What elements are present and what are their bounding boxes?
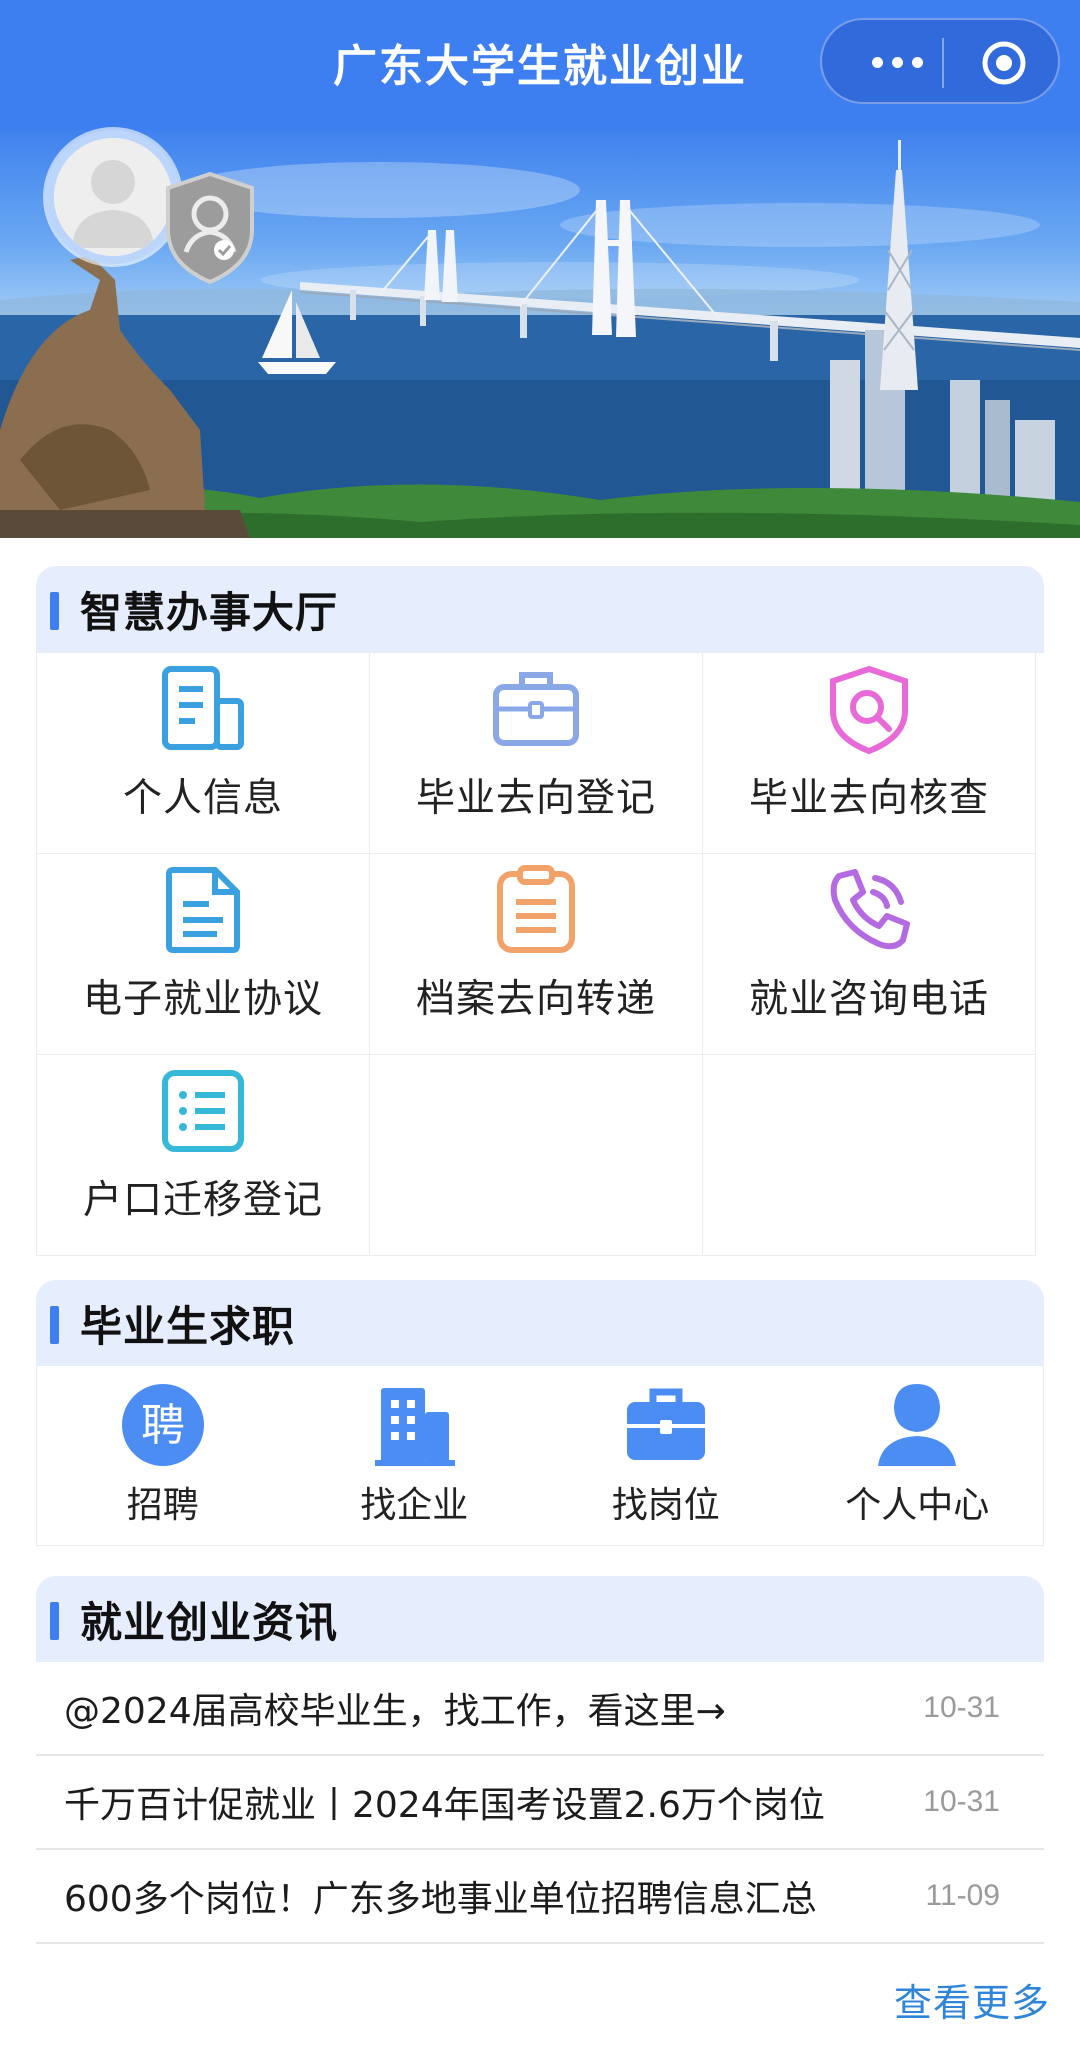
service-archive-transfer[interactable]: 档案去向转递 (370, 854, 703, 1055)
news-item[interactable]: 600多个岗位！广东多地事业单位招聘信息汇总 11-09 (36, 1850, 1044, 1944)
shield-search-icon (830, 665, 908, 755)
news-title: @2024届高校毕业生，找工作，看这里→ (64, 1691, 726, 1732)
user-avatar[interactable] (46, 130, 180, 264)
service-hall-section: 智慧办事大厅 个人信息 毕业去向登记 毕业去向核查 电子就业协议 档案去向转递 … (36, 566, 1044, 1256)
empty-cell (703, 1055, 1036, 1256)
service-personal-info[interactable]: 个人信息 (37, 653, 370, 854)
service-label: 个人信息 (122, 776, 283, 821)
shortcut-find-position[interactable]: 找岗位 (540, 1366, 792, 1545)
section-header: 就业创业资讯 (36, 1576, 1044, 1662)
user-icon (878, 1384, 957, 1466)
service-employment-hotline[interactable]: 就业咨询电话 (703, 854, 1036, 1055)
section-header: 智慧办事大厅 (36, 566, 1044, 652)
section-accent-bar (50, 1602, 59, 1640)
top-navigation-bar: 广东大学生就业创业 (0, 0, 1080, 130)
section-accent-bar (50, 592, 59, 630)
section-accent-bar (50, 1306, 59, 1344)
section-title: 智慧办事大厅 (80, 587, 339, 637)
shortcut-personal-center[interactable]: 个人中心 (792, 1366, 1044, 1545)
shortcut-recruitment[interactable]: 聘 招聘 (37, 1366, 289, 1545)
news-item[interactable]: @2024届高校毕业生，找工作，看这里→ 10-31 (36, 1662, 1044, 1756)
view-more-link[interactable]: 查看更多 (894, 1972, 1050, 2027)
service-grid: 个人信息 毕业去向登记 毕业去向核查 电子就业协议 档案去向转递 就业咨询电话 … (36, 652, 1044, 1256)
document-icon (162, 666, 244, 750)
service-label: 档案去向转递 (415, 977, 656, 1022)
news-title: 600多个岗位！广东多地事业单位招聘信息汇总 (64, 1879, 817, 1920)
section-header: 毕业生求职 (36, 1280, 1044, 1366)
service-graduation-destination-registration[interactable]: 毕业去向登记 (370, 653, 703, 854)
shortcut-label: 找企业 (360, 1485, 469, 1526)
recruit-glyph: 聘 (141, 1400, 185, 1451)
service-household-registration-transfer[interactable]: 户口迁移登记 (37, 1055, 370, 1256)
file-text-icon (166, 867, 240, 953)
clipboard-icon (497, 865, 575, 953)
capsule-divider (942, 38, 944, 88)
close-mini-program-icon[interactable] (980, 39, 1028, 87)
service-label: 毕业去向登记 (415, 776, 656, 821)
service-label: 电子就业协议 (82, 977, 323, 1022)
more-menu-icon[interactable] (852, 44, 942, 80)
news-item[interactable]: 千万百计促就业丨2024年国考设置2.6万个岗位 10-31 (36, 1756, 1044, 1850)
phone-icon (830, 869, 910, 950)
news-list: @2024届高校毕业生，找工作，看这里→ 10-31 千万百计促就业丨2024年… (36, 1662, 1044, 1944)
briefcase-icon (493, 672, 579, 746)
section-title: 毕业生求职 (80, 1301, 296, 1351)
default-user-icon (54, 138, 172, 256)
list-icon (162, 1070, 244, 1152)
news-date: 10-31 (923, 1785, 1000, 1818)
service-label: 就业咨询电话 (748, 977, 989, 1022)
building-icon (375, 1388, 456, 1466)
job-search-section: 毕业生求职 聘 招聘 找企业 找岗位 个人中心 (36, 1280, 1044, 1546)
verified-shield-icon[interactable] (162, 168, 258, 286)
empty-cell (370, 1055, 703, 1256)
recruit-icon: 聘 (121, 1384, 204, 1466)
service-label: 毕业去向核查 (748, 776, 989, 821)
shortcut-label: 招聘 (126, 1485, 199, 1526)
section-title: 就业创业资讯 (80, 1597, 339, 1647)
shortcut-find-company[interactable]: 找企业 (289, 1366, 541, 1545)
news-section: 就业创业资讯 @2024届高校毕业生，找工作，看这里→ 10-31 千万百计促就… (36, 1576, 1044, 1944)
service-electronic-employment-agreement[interactable]: 电子就业协议 (37, 854, 370, 1055)
news-date: 11-09 (925, 1879, 1000, 1912)
service-label: 户口迁移登记 (82, 1178, 323, 1223)
mini-program-capsule (820, 18, 1060, 104)
job-shortcut-grid: 聘 招聘 找企业 找岗位 个人中心 (36, 1366, 1044, 1546)
shortcut-label: 找岗位 (611, 1485, 720, 1526)
shortcut-label: 个人中心 (845, 1485, 990, 1526)
news-title: 千万百计促就业丨2024年国考设置2.6万个岗位 (64, 1785, 825, 1826)
service-graduation-destination-check[interactable]: 毕业去向核查 (703, 653, 1036, 854)
briefcase-icon (626, 1388, 705, 1460)
news-date: 10-31 (923, 1691, 1000, 1724)
